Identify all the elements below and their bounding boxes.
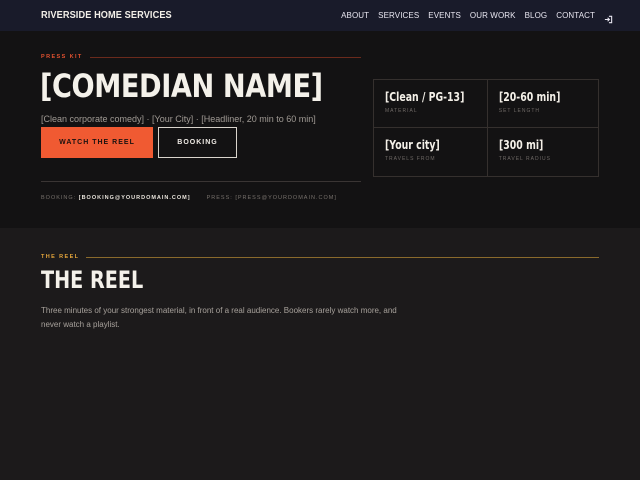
reel-divider (86, 256, 599, 258)
booking-contact: BOOKING: [BOOKING@YOURDOMAIN.COM] (41, 195, 191, 201)
stat-value: [Clean / PG-13] (385, 90, 465, 104)
nav-item-about[interactable]: ABOUT (341, 11, 369, 20)
hero-section: PRESS KIT [COMEDIAN NAME] [Clean corpora… (0, 31, 640, 228)
brand-logo[interactable]: RIVERSIDE HOME SERVICES (41, 10, 172, 21)
stats-grid: [Clean / PG-13] MATERIAL [20-60 min] SET… (373, 79, 599, 177)
reel-section: THE REEL THE REEL Three minutes of your … (0, 228, 640, 480)
reel-kicker: THE REEL (41, 254, 80, 260)
stat-label: TRAVELS FROM (385, 156, 436, 162)
booking-button[interactable]: BOOKING (158, 127, 237, 158)
stat-label: TRAVEL RADIUS (498, 156, 551, 162)
nav-menu: ABOUT SERVICES EVENTS OUR WORK BLOG CONT… (341, 11, 613, 24)
stat-label: SET LENGTH (498, 108, 541, 114)
booking-label: BOOKING: (41, 195, 77, 201)
stat-travel-radius: [300 mi] TRAVEL RADIUS (488, 128, 598, 176)
stat-travels-from: [Your city] TRAVELS FROM (374, 128, 488, 176)
watch-reel-button[interactable]: WATCH THE REEL (41, 127, 153, 158)
kicker-divider (89, 56, 361, 58)
press-kit-kicker: PRESS KIT (41, 54, 83, 60)
press-kit-kicker-row: PRESS KIT (41, 52, 361, 62)
page-title: [COMEDIAN NAME] (40, 67, 323, 105)
press-email-link[interactable]: [PRESS@YOURDOMAIN.COM] (235, 195, 337, 201)
stat-label: MATERIAL (385, 108, 418, 114)
nav-item-services[interactable]: SERVICES (378, 11, 419, 20)
press-label: PRESS: (206, 195, 233, 201)
contact-row: BOOKING: [BOOKING@YOURDOMAIN.COM] PRESS:… (41, 195, 337, 201)
nav-item-contact[interactable]: CONTACT (556, 11, 595, 20)
reel-description: Three minutes of your strongest material… (41, 306, 397, 329)
stat-value: [Your city] (385, 138, 440, 152)
stat-material: [Clean / PG-13] MATERIAL (374, 80, 488, 128)
login-icon[interactable] (604, 11, 613, 24)
nav-item-our-work[interactable]: OUR WORK (470, 11, 516, 20)
stat-value: [20-60 min] (498, 90, 561, 104)
nav-item-events[interactable]: EVENTS (428, 11, 461, 20)
top-nav: RIVERSIDE HOME SERVICES ABOUT SERVICES E… (0, 0, 640, 31)
hero-divider (41, 181, 361, 182)
press-contact: PRESS: [PRESS@YOURDOMAIN.COM] (207, 195, 337, 201)
booking-email-link[interactable]: [BOOKING@YOURDOMAIN.COM] (79, 195, 191, 201)
stat-set-length: [20-60 min] SET LENGTH (487, 80, 598, 128)
reel-title: THE REEL (41, 266, 144, 294)
reel-kicker-row: THE REEL (41, 252, 599, 262)
hero-meta: [Clean corporate comedy] · [Your City] ·… (41, 114, 316, 124)
nav-item-blog[interactable]: BLOG (525, 11, 548, 20)
stat-value: [300 mi] (498, 138, 544, 152)
